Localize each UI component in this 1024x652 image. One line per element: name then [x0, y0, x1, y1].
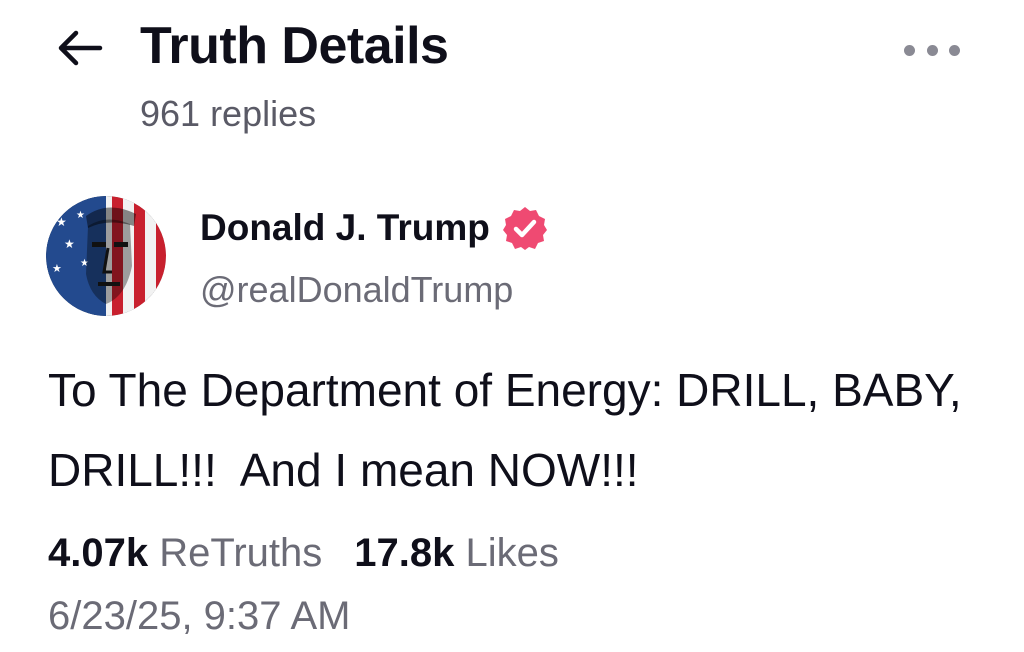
post-stats: 4.07k ReTruths 17.8k Likes [48, 525, 559, 581]
svg-text:★: ★ [52, 263, 62, 275]
verified-badge-icon [502, 207, 547, 250]
more-horizontal-icon [904, 44, 915, 56]
svg-text:★: ★ [76, 210, 85, 221]
retruths-count: 4.07k [48, 531, 149, 575]
likes-stat[interactable]: 17.8k Likes [354, 531, 559, 575]
page-title: Truth Details [140, 17, 449, 75]
svg-text:★: ★ [64, 237, 75, 251]
avatar[interactable]: ★ ★ ★ ★ ★ [46, 196, 166, 316]
arrow-left-icon [58, 30, 103, 66]
avatar-image: ★ ★ ★ ★ ★ [46, 196, 166, 316]
more-options-button[interactable] [900, 32, 964, 68]
likes-label: Likes [465, 531, 559, 575]
author-name-row: Donald J. Trump [200, 204, 548, 252]
svg-text:★: ★ [56, 215, 67, 229]
author-name[interactable]: Donald J. Trump [200, 207, 490, 249]
retruths-stat[interactable]: 4.07k ReTruths [48, 531, 322, 575]
post-timestamp: 6/23/25, 9:37 AM [48, 594, 351, 638]
replies-count: 961 replies [140, 93, 317, 134]
author-handle[interactable]: @realDonaldTrump [200, 266, 513, 314]
back-button[interactable] [52, 24, 108, 72]
retruths-label: ReTruths [159, 531, 323, 575]
truth-details-screen: Truth Details 961 replies ★ ★ ★ ★ ★ Dona… [0, 0, 1024, 652]
post-text: To The Department of Energy: DRILL, BABY… [48, 364, 975, 496]
likes-count: 17.8k [354, 531, 455, 575]
